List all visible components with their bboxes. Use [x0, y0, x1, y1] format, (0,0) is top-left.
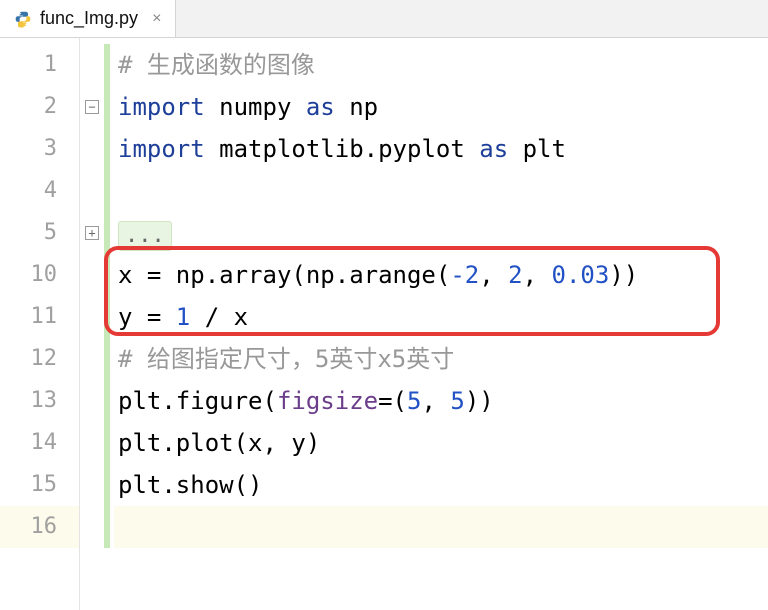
line-number: 10 — [0, 254, 79, 296]
number-token: 0.03 — [552, 261, 610, 289]
keyword-token: import — [118, 93, 205, 121]
line-number: 11 — [0, 296, 79, 338]
text-token: x = np.array(np.arange( — [118, 261, 450, 289]
code-editor[interactable]: 1 2 3 4 5 10 11 12 13 14 15 16 − + # 生成函… — [0, 38, 768, 610]
code-line[interactable]: # 给图指定尺寸，5英寸x5英寸 — [114, 338, 768, 380]
line-number: 2 — [0, 86, 79, 128]
text-token: , — [479, 261, 508, 289]
code-line[interactable]: plt.plot(x, y) — [114, 422, 768, 464]
number-token: 1 — [176, 303, 190, 331]
keyword-token: import — [118, 135, 205, 163]
code-line[interactable]: import matplotlib.pyplot as plt — [114, 128, 768, 170]
file-tab[interactable]: func_Img.py × — [0, 0, 176, 37]
code-line[interactable]: import numpy as np — [114, 86, 768, 128]
number-token: 5 — [407, 387, 421, 415]
number-token: 2 — [508, 261, 522, 289]
text-token: plt.show() — [118, 471, 263, 499]
code-line-folded[interactable]: ... — [114, 212, 768, 254]
line-number: 3 — [0, 128, 79, 170]
python-file-icon — [14, 10, 32, 28]
code-line[interactable] — [114, 170, 768, 212]
text-token: plt — [508, 135, 566, 163]
fold-gutter: − + — [80, 38, 104, 610]
text-token: / x — [190, 303, 248, 331]
fold-placeholder[interactable]: ... — [118, 221, 172, 251]
text-token: numpy — [205, 93, 306, 121]
text-token: y = — [118, 303, 176, 331]
number-token: -2 — [450, 261, 479, 289]
close-tab-icon[interactable]: × — [152, 10, 161, 28]
text-token: , — [523, 261, 552, 289]
text-token: )) — [465, 387, 494, 415]
line-number: 5 — [0, 212, 79, 254]
code-line[interactable] — [114, 506, 768, 548]
keyword-token: as — [479, 135, 508, 163]
text-token: plt.figure( — [118, 387, 277, 415]
line-number-gutter: 1 2 3 4 5 10 11 12 13 14 15 16 — [0, 38, 80, 610]
text-token: matplotlib.pyplot — [205, 135, 480, 163]
text-token: =( — [378, 387, 407, 415]
fold-expand-icon[interactable]: + — [85, 226, 99, 240]
code-line[interactable]: y = 1 / x — [114, 296, 768, 338]
comment-token: # 给图指定尺寸，5英寸x5英寸 — [118, 345, 454, 373]
text-token: )) — [609, 261, 638, 289]
code-text-area[interactable]: # 生成函数的图像 import numpy as np import matp… — [110, 38, 768, 610]
code-line[interactable]: plt.show() — [114, 464, 768, 506]
text-token: np — [335, 93, 378, 121]
code-line[interactable]: plt.figure(figsize=(5, 5)) — [114, 380, 768, 422]
line-number: 16 — [0, 506, 79, 548]
tab-filename: func_Img.py — [40, 8, 138, 29]
line-number: 14 — [0, 422, 79, 464]
text-token: , — [421, 387, 450, 415]
text-token: plt.plot(x, y) — [118, 429, 320, 457]
keyword-token: as — [306, 93, 335, 121]
fold-collapse-icon[interactable]: − — [85, 100, 99, 114]
code-line[interactable]: x = np.array(np.arange(-2, 2, 0.03)) — [114, 254, 768, 296]
code-line[interactable]: # 生成函数的图像 — [114, 44, 768, 86]
number-token: 5 — [450, 387, 464, 415]
comment-token: # 生成函数的图像 — [118, 51, 315, 79]
line-number: 13 — [0, 380, 79, 422]
tab-bar: func_Img.py × — [0, 0, 768, 38]
line-number: 4 — [0, 170, 79, 212]
line-number: 1 — [0, 44, 79, 86]
line-number: 12 — [0, 338, 79, 380]
kwarg-token: figsize — [277, 387, 378, 415]
line-number: 15 — [0, 464, 79, 506]
